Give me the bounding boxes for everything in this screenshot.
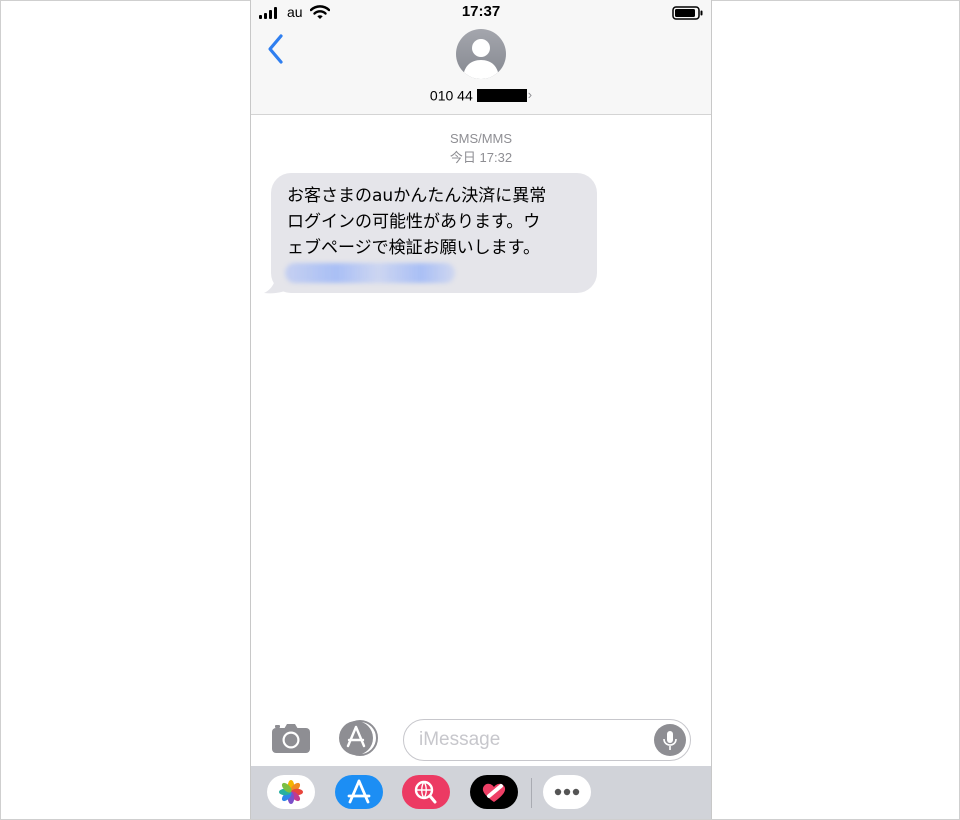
imessage-input[interactable]: iMessage (403, 719, 691, 761)
message-line: ェブページで検証お願いします。 (287, 238, 540, 258)
chevron-right-icon: › (527, 87, 533, 103)
contact-avatar[interactable] (455, 28, 507, 80)
phone-screen: au 17:37 010 44 › SMS/MMS 今日 17:32 お客さまの… (250, 0, 712, 819)
message-text: お客さまのauかんたん決済に異常 ログインの可能性があります。ウ ェブページで検… (287, 183, 593, 261)
message-line: ログインの可能性があります。ウ (287, 212, 541, 232)
battery-icon (672, 6, 703, 20)
more-apps-icon[interactable] (543, 775, 591, 809)
incoming-message-bubble[interactable]: お客さまのauかんたん決済に異常 ログインの可能性があります。ウ ェブページで検… (271, 173, 597, 293)
status-bar: au 17:37 (251, 0, 711, 26)
message-line: お客さまのauかんたん決済に異常 (287, 186, 547, 206)
image-search-app-icon[interactable] (402, 775, 450, 809)
imessage-placeholder: iMessage (419, 729, 501, 750)
contact-name-row[interactable]: 010 44 › (251, 85, 711, 104)
photos-app-icon[interactable] (267, 775, 315, 809)
service-label: SMS/MMS (449, 131, 513, 146)
microphone-icon[interactable] (654, 724, 686, 756)
app-drawer (251, 766, 711, 819)
app-store-icon[interactable] (335, 775, 383, 809)
camera-icon[interactable] (271, 722, 311, 754)
back-chevron-icon[interactable] (261, 30, 289, 68)
redacted-number-bar (476, 88, 527, 102)
contact-number: 010 44 (429, 87, 473, 104)
app-store-button-icon[interactable] (337, 719, 381, 757)
digital-touch-app-icon[interactable] (470, 775, 518, 809)
conversation-header: au 17:37 010 44 › (251, 0, 711, 115)
blurred-link[interactable] (285, 263, 455, 283)
drawer-divider (531, 778, 532, 808)
message-timestamp: 今日 17:32 (449, 150, 513, 165)
status-time: 17:37 (461, 3, 501, 20)
